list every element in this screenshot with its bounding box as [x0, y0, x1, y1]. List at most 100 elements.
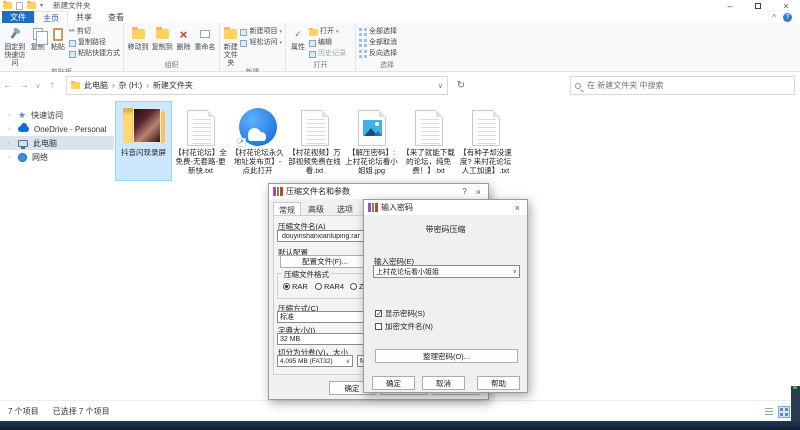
copy-to-button[interactable]: 复制到	[151, 25, 173, 52]
breadcrumb[interactable]: 此电脑 › 杂 (H:) › 新建文件夹 ∨	[66, 76, 448, 95]
file-item-jpg[interactable]: 【解压密码】: 上村花论坛看小姐姐.jpg	[344, 102, 399, 180]
copy-button[interactable]: 复制	[29, 25, 47, 52]
easy-access-icon	[240, 40, 247, 47]
invert-selection-icon	[359, 50, 367, 58]
file-item-folder[interactable]: 抖音闪现录屏	[116, 102, 171, 180]
breadcrumb-this-pc[interactable]: 此电脑	[84, 80, 108, 91]
copy-icon	[33, 28, 43, 40]
recent-locations-icon[interactable]: ∨	[32, 82, 44, 90]
delete-icon: ×	[180, 28, 188, 41]
compression-method-select[interactable]: 标准∨	[277, 311, 377, 323]
show-password-checkbox[interactable]: 显示密码(S)	[375, 308, 425, 319]
pin-to-quick-access-button[interactable]: 固定到快速访问	[3, 25, 27, 68]
help-icon[interactable]: ?	[783, 13, 792, 22]
breadcrumb-separator: ›	[146, 81, 149, 90]
tab-home[interactable]: 主页	[34, 11, 68, 23]
chevron-right-icon[interactable]: ›	[8, 154, 13, 161]
address-dropdown-icon[interactable]: ∨	[438, 82, 443, 90]
search-input[interactable]	[585, 80, 790, 91]
file-label: 【村花视频】万部视频免费在线看.txt	[288, 148, 342, 175]
folder-thumbnail-icon	[121, 106, 167, 146]
password-help-button[interactable]: 帮助	[477, 376, 520, 390]
password-combo[interactable]: 上村花论坛看小姐姐∨	[373, 265, 520, 278]
new-item-button[interactable]: 新建项目 ▾	[240, 27, 282, 37]
copy-path-button[interactable]: 复制路径	[69, 38, 120, 48]
qat-properties-icon[interactable]	[16, 2, 23, 10]
sidebar-item-quick-access[interactable]: › ★ 快速访问	[0, 108, 114, 122]
chevron-right-icon[interactable]: ›	[8, 140, 13, 147]
sidebar-item-network[interactable]: › 网络	[0, 150, 114, 164]
dictionary-size-select[interactable]: 32 MB∨	[277, 333, 377, 345]
sidebar-item-this-pc[interactable]: › 此电脑	[0, 136, 114, 150]
format-rar4-radio[interactable]: RAR4	[315, 282, 344, 291]
radio-icon	[350, 283, 357, 290]
dialog-close-icon[interactable]: ×	[512, 203, 523, 213]
move-to-button[interactable]: 移动到	[127, 25, 149, 52]
file-item-shortcut[interactable]: ↗ 【村花论坛永久地址发布页】-点此打开	[230, 102, 285, 180]
group-label-organize: 组织	[127, 61, 216, 71]
password-ok-button[interactable]: 确定	[372, 376, 415, 390]
tab-file[interactable]: 文件	[2, 11, 34, 23]
delete-button[interactable]: × 删除	[175, 25, 192, 52]
chevron-right-icon[interactable]: ›	[8, 126, 13, 133]
select-all-button[interactable]: 全部选择	[359, 27, 397, 37]
edit-icon	[309, 40, 316, 47]
forward-button[interactable]: →	[16, 80, 32, 91]
chevron-right-icon[interactable]: ›	[8, 112, 13, 119]
invert-selection-button[interactable]: 反向选择	[359, 49, 397, 59]
taskbar[interactable]	[0, 421, 800, 430]
format-rar-radio[interactable]: RAR	[283, 282, 308, 291]
tab-share[interactable]: 共享	[68, 11, 100, 23]
rename-icon	[200, 30, 210, 38]
thumbnails-view-button[interactable]	[778, 406, 790, 418]
text-file-icon	[472, 110, 500, 146]
details-view-button[interactable]	[763, 406, 775, 418]
dialog-close-icon[interactable]: ×	[473, 187, 484, 197]
rename-button[interactable]: 重命名	[194, 25, 216, 52]
breadcrumb-new-folder[interactable]: 新建文件夹	[153, 80, 193, 91]
app-folder-icon	[3, 2, 12, 9]
winrar-dialog-titlebar[interactable]: 压缩文件名和参数 ? ×	[269, 184, 488, 199]
radio-icon	[283, 283, 290, 290]
password-cancel-button[interactable]: 取消	[422, 376, 465, 390]
history-button[interactable]: 历史记录	[309, 49, 346, 59]
ribbon-group-select: 全部选择 全部取消 反向选择 选择	[356, 23, 418, 71]
easy-access-button[interactable]: 轻松访问 ▾	[240, 38, 282, 48]
up-button[interactable]: ↑	[44, 80, 60, 91]
new-folder-icon	[224, 29, 237, 39]
back-button[interactable]: ←	[0, 80, 16, 91]
paste-icon	[53, 28, 63, 41]
tab-view[interactable]: 查看	[100, 11, 132, 23]
paste-button[interactable]: 粘贴	[49, 25, 67, 52]
selected-count: 已选择 7 个项目	[53, 406, 110, 417]
cut-button[interactable]: ✂ 剪切	[69, 27, 120, 37]
winrar-icon	[368, 203, 378, 212]
sidebar-item-onedrive[interactable]: › OneDrive - Personal	[0, 122, 114, 136]
split-size-select[interactable]: 4,095 MB (FAT32)∨	[277, 355, 353, 367]
search-box[interactable]	[570, 76, 795, 95]
select-none-button[interactable]: 全部取消	[359, 38, 397, 48]
qat-customize-icon[interactable]: ▾	[40, 2, 43, 9]
encrypt-filenames-checkbox[interactable]: 加密文件名(N)	[375, 321, 433, 332]
file-item-txt-1[interactable]: 【村花论坛】全免费-无套路-更新快.txt	[173, 102, 228, 180]
breadcrumb-drive-h[interactable]: 杂 (H:)	[119, 80, 143, 91]
file-item-txt-3[interactable]: 【来了就能下载的论坛，纯免费！】.txt	[401, 102, 456, 180]
new-folder-button[interactable]: 新建文件夹	[223, 25, 238, 68]
collapse-ribbon-icon[interactable]: ^	[772, 13, 776, 22]
profile-button[interactable]: 配置文件(F)...	[280, 255, 370, 268]
open-button[interactable]: 打开 ▾	[309, 27, 346, 37]
paste-shortcut-button[interactable]: 粘贴快捷方式	[69, 49, 120, 59]
properties-button[interactable]: ✓ 属性	[289, 25, 307, 52]
ribbon-group-open: ✓ 属性 打开 ▾ 编辑 历史记录	[286, 23, 356, 71]
password-dialog-titlebar[interactable]: 输入密码 ×	[364, 200, 527, 215]
file-item-txt-4[interactable]: 【有种子却没速度? 来村花论坛人工加速】.txt	[458, 102, 513, 180]
organize-passwords-button[interactable]: 整理密码(O)...	[375, 349, 518, 363]
refresh-button[interactable]: ↻	[452, 76, 470, 95]
edit-button[interactable]: 编辑	[309, 38, 346, 48]
image-file-icon	[358, 110, 386, 146]
sidebar-item-label: 此电脑	[33, 138, 57, 149]
dialog-help-icon[interactable]: ?	[459, 187, 469, 196]
file-item-txt-2[interactable]: 【村花视频】万部视频免费在线看.txt	[287, 102, 342, 180]
qat-new-folder-icon[interactable]	[27, 2, 36, 9]
password-header: 带密码压缩	[364, 224, 527, 235]
